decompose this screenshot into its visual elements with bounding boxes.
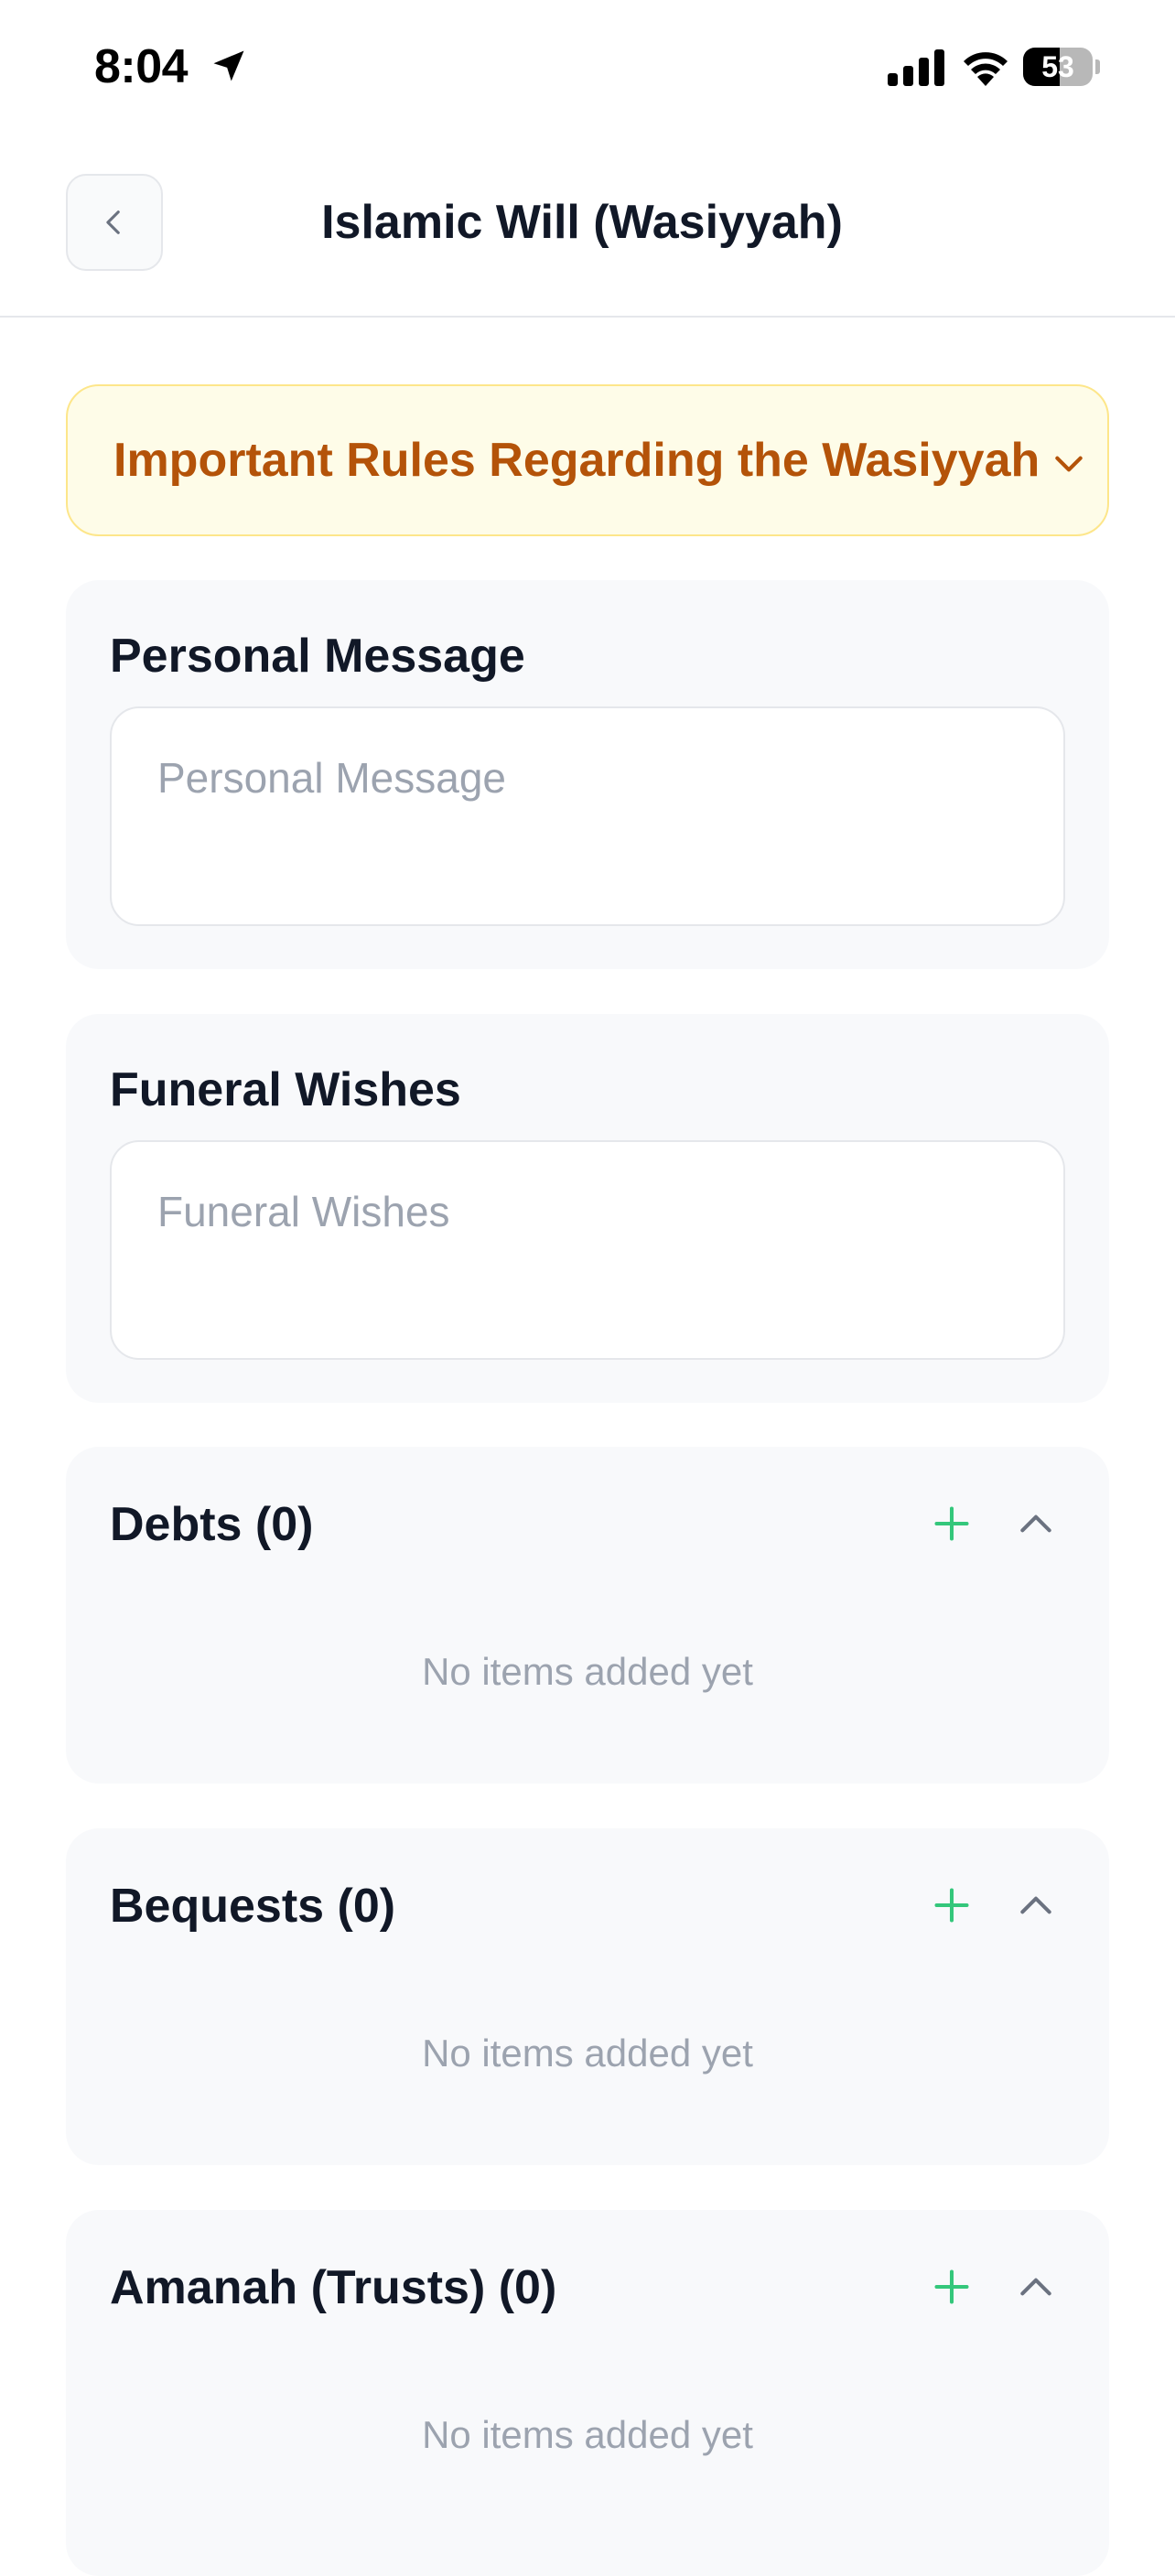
status-time: 8:04	[94, 40, 189, 93]
add-bequest-button[interactable]	[924, 1878, 979, 1933]
plus-icon	[934, 2269, 969, 2304]
add-amanah-button[interactable]	[924, 2259, 979, 2314]
bequests-section: Bequests (0) No items added yet	[66, 1828, 1109, 2165]
back-button[interactable]	[66, 174, 163, 271]
debts-collapse-button[interactable]	[1008, 1496, 1063, 1551]
funeral-wishes-card: Funeral Wishes Funeral Wishes	[66, 1014, 1109, 1403]
debts-section: Debts (0) No items added yet	[66, 1447, 1109, 1784]
funeral-wishes-field[interactable]: Funeral Wishes	[110, 1140, 1065, 1360]
rules-accordion-title: Important Rules Regarding the Wasiyyah	[113, 434, 1040, 487]
cellular-signal-icon	[888, 49, 944, 86]
plus-icon	[934, 1888, 969, 1923]
personal-message-placeholder: Personal Message	[157, 754, 506, 802]
chevron-up-icon	[1020, 2278, 1051, 2296]
bequests-collapse-button[interactable]	[1008, 1878, 1063, 1933]
funeral-wishes-label: Funeral Wishes	[110, 1063, 461, 1116]
amanah-empty-text: No items added yet	[422, 2413, 753, 2456]
add-debt-button[interactable]	[924, 1496, 979, 1551]
personal-message-card: Personal Message Personal Message	[66, 580, 1109, 969]
amanah-section: Amanah (Trusts) (0) No items added yet	[66, 2210, 1109, 2576]
battery-level: 53	[1041, 50, 1074, 83]
chevron-left-icon	[106, 210, 120, 234]
amanah-title: Amanah (Trusts) (0)	[110, 2261, 557, 2314]
bequests-title: Bequests (0)	[110, 1880, 396, 1933]
page-title: Islamic Will (Wasiyyah)	[321, 196, 843, 249]
personal-message-label: Personal Message	[110, 630, 525, 683]
chevron-up-icon	[1020, 1514, 1051, 1533]
rules-accordion[interactable]: Important Rules Regarding the Wasiyyah	[66, 384, 1109, 536]
personal-message-field[interactable]: Personal Message	[110, 706, 1065, 926]
battery-indicator: 53	[1023, 48, 1100, 86]
bequests-empty-text: No items added yet	[422, 2032, 753, 2075]
header-divider	[0, 316, 1175, 318]
funeral-wishes-placeholder: Funeral Wishes	[157, 1188, 450, 1235]
chevron-down-icon	[1055, 456, 1083, 472]
status-bar: 8:04 53	[0, 0, 1175, 137]
debts-title: Debts (0)	[110, 1498, 314, 1551]
amanah-collapse-button[interactable]	[1008, 2259, 1063, 2314]
location-arrow-icon	[213, 50, 244, 81]
chevron-up-icon	[1020, 1896, 1051, 1914]
plus-icon	[934, 1506, 969, 1541]
wifi-icon	[964, 52, 1008, 86]
debts-empty-text: No items added yet	[422, 1650, 753, 1693]
